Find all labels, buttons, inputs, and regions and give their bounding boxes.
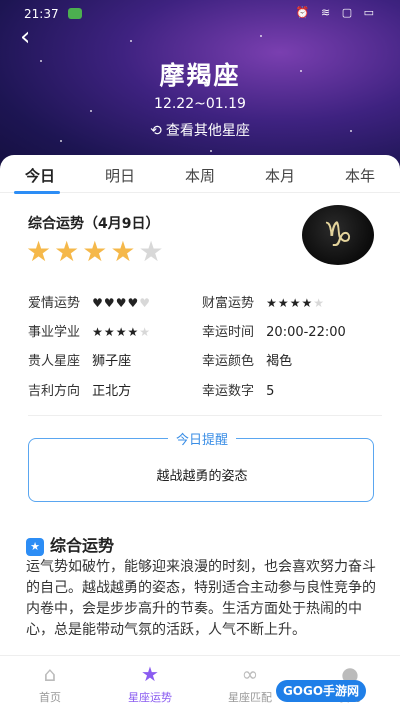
- page-title: 摩羯座: [159, 61, 241, 90]
- active-tab-indicator: [14, 191, 60, 194]
- lucky-number-row: 幸运数字 5: [202, 380, 274, 399]
- tab-week[interactable]: 本周: [170, 165, 230, 186]
- star-icon: ★: [277, 296, 290, 310]
- lucky-time-label: 幸运时间: [202, 325, 255, 340]
- lucky-color-label: 幸运颜色: [202, 354, 255, 369]
- career-label: 事业学业: [28, 325, 81, 340]
- direction-row: 吉利方向 正北方: [28, 380, 131, 399]
- direction-value: 正北方: [92, 384, 132, 399]
- content-card: 今日 明日 本周 本月 本年 综合运势（4月9日） ★★★★★ ♑ 爱情运势 ♥…: [0, 155, 400, 711]
- home-icon: ⌂: [43, 662, 57, 686]
- star-icon: ★: [301, 296, 314, 310]
- lucky-color-row: 幸运颜色 褐色: [202, 350, 292, 369]
- star-icon: ★: [266, 296, 278, 310]
- star-badge-icon: ★: [26, 538, 44, 556]
- period-tabs: 今日 明日 本周 本月 本年: [0, 155, 400, 194]
- heart-empty-icon: ♥: [139, 296, 151, 310]
- star-empty-icon: ★: [138, 235, 167, 268]
- star-icon: ★: [103, 325, 116, 339]
- divider: [28, 415, 382, 416]
- reminder-label: 今日提醒: [167, 433, 236, 448]
- star-icon: ★: [289, 296, 302, 310]
- star-empty-icon: ★: [313, 296, 325, 310]
- nav-horoscope[interactable]: ★ 星座运势: [100, 656, 200, 711]
- career-stars: ★★★★★: [92, 325, 151, 339]
- switch-sign-button[interactable]: ⟲ 查看其他星座: [0, 120, 400, 140]
- star-icon: ★: [115, 325, 128, 339]
- tab-month[interactable]: 本月: [250, 165, 310, 186]
- star-icon: ★: [92, 325, 104, 339]
- reminder-text: 越战越勇的姿态: [156, 469, 248, 484]
- career-row: 事业学业 ★★★★★: [28, 321, 151, 340]
- star-icon: ★: [110, 235, 139, 268]
- love-label: 爱情运势: [28, 296, 81, 311]
- status-bar: 21:37 ⏰ ≋ ▢ ▭: [0, 0, 400, 28]
- love-hearts: ♥♥♥♥♥: [92, 296, 151, 310]
- overall-rating: ★★★★★: [26, 235, 167, 268]
- overall-title: 综合运势（4月9日）: [28, 216, 160, 232]
- star-empty-icon: ★: [139, 325, 151, 339]
- direction-label: 吉利方向: [28, 384, 81, 399]
- wealth-stars: ★★★★★: [266, 296, 325, 310]
- tab-tomorrow[interactable]: 明日: [90, 165, 150, 186]
- tab-today[interactable]: 今日: [10, 165, 70, 186]
- star-icon: ★: [127, 325, 140, 339]
- status-icons: ⏰ ≋ ▢ ▭: [295, 6, 378, 19]
- lucky-number-value: 5: [266, 384, 275, 399]
- switch-sign-label: 查看其他星座: [165, 123, 250, 139]
- noble-row: 贵人星座 狮子座: [28, 350, 131, 369]
- nav-horoscope-label: 星座运势: [128, 691, 172, 704]
- section-heading: ★ 综合运势: [26, 532, 114, 556]
- star-icon: ★: [141, 662, 159, 686]
- lucky-time-row: 幸运时间 20:00-22:00: [202, 321, 346, 340]
- star-icon: ★: [26, 235, 55, 268]
- wealth-row: 财富运势 ★★★★★: [202, 292, 325, 311]
- capricorn-sign-icon: ♑: [302, 205, 374, 265]
- refresh-icon: ⟲: [150, 123, 162, 139]
- star-icon: ★: [82, 235, 111, 268]
- noble-label: 贵人星座: [28, 354, 81, 369]
- app-indicator-icon: [68, 8, 82, 19]
- back-button[interactable]: ‹: [20, 24, 30, 50]
- status-time: 21:37: [24, 7, 59, 21]
- lucky-number-label: 幸运数字: [202, 384, 255, 399]
- heart-icon: ♥: [115, 296, 128, 310]
- section-title: 综合运势: [50, 536, 115, 555]
- noble-value: 狮子座: [92, 354, 132, 369]
- tab-year[interactable]: 本年: [330, 165, 390, 186]
- wealth-label: 财富运势: [202, 296, 255, 311]
- nav-home[interactable]: ⌂ 首页: [0, 656, 100, 711]
- lucky-color-value: 褐色: [266, 354, 293, 369]
- watermark-logo: GOGO手游网: [276, 680, 366, 702]
- lucky-time-value: 20:00-22:00: [266, 325, 346, 340]
- section-description: 运气势如破竹，能够迎来浪漫的时刻，也会喜欢努力奋斗的自己。越战越勇的姿态，特别适…: [26, 559, 376, 638]
- date-range: 12.22~01.19: [154, 96, 246, 112]
- heart-icon: ♥: [127, 296, 140, 310]
- today-reminder-box: 今日提醒 越战越勇的姿态: [28, 433, 374, 502]
- star-icon: ★: [54, 235, 83, 268]
- heart-icon: ♥: [92, 296, 104, 310]
- nav-home-label: 首页: [39, 691, 61, 704]
- chevron-left-icon: ‹: [20, 22, 31, 52]
- heart-icon: ♥: [103, 296, 116, 310]
- love-row: 爱情运势 ♥♥♥♥♥: [28, 292, 151, 311]
